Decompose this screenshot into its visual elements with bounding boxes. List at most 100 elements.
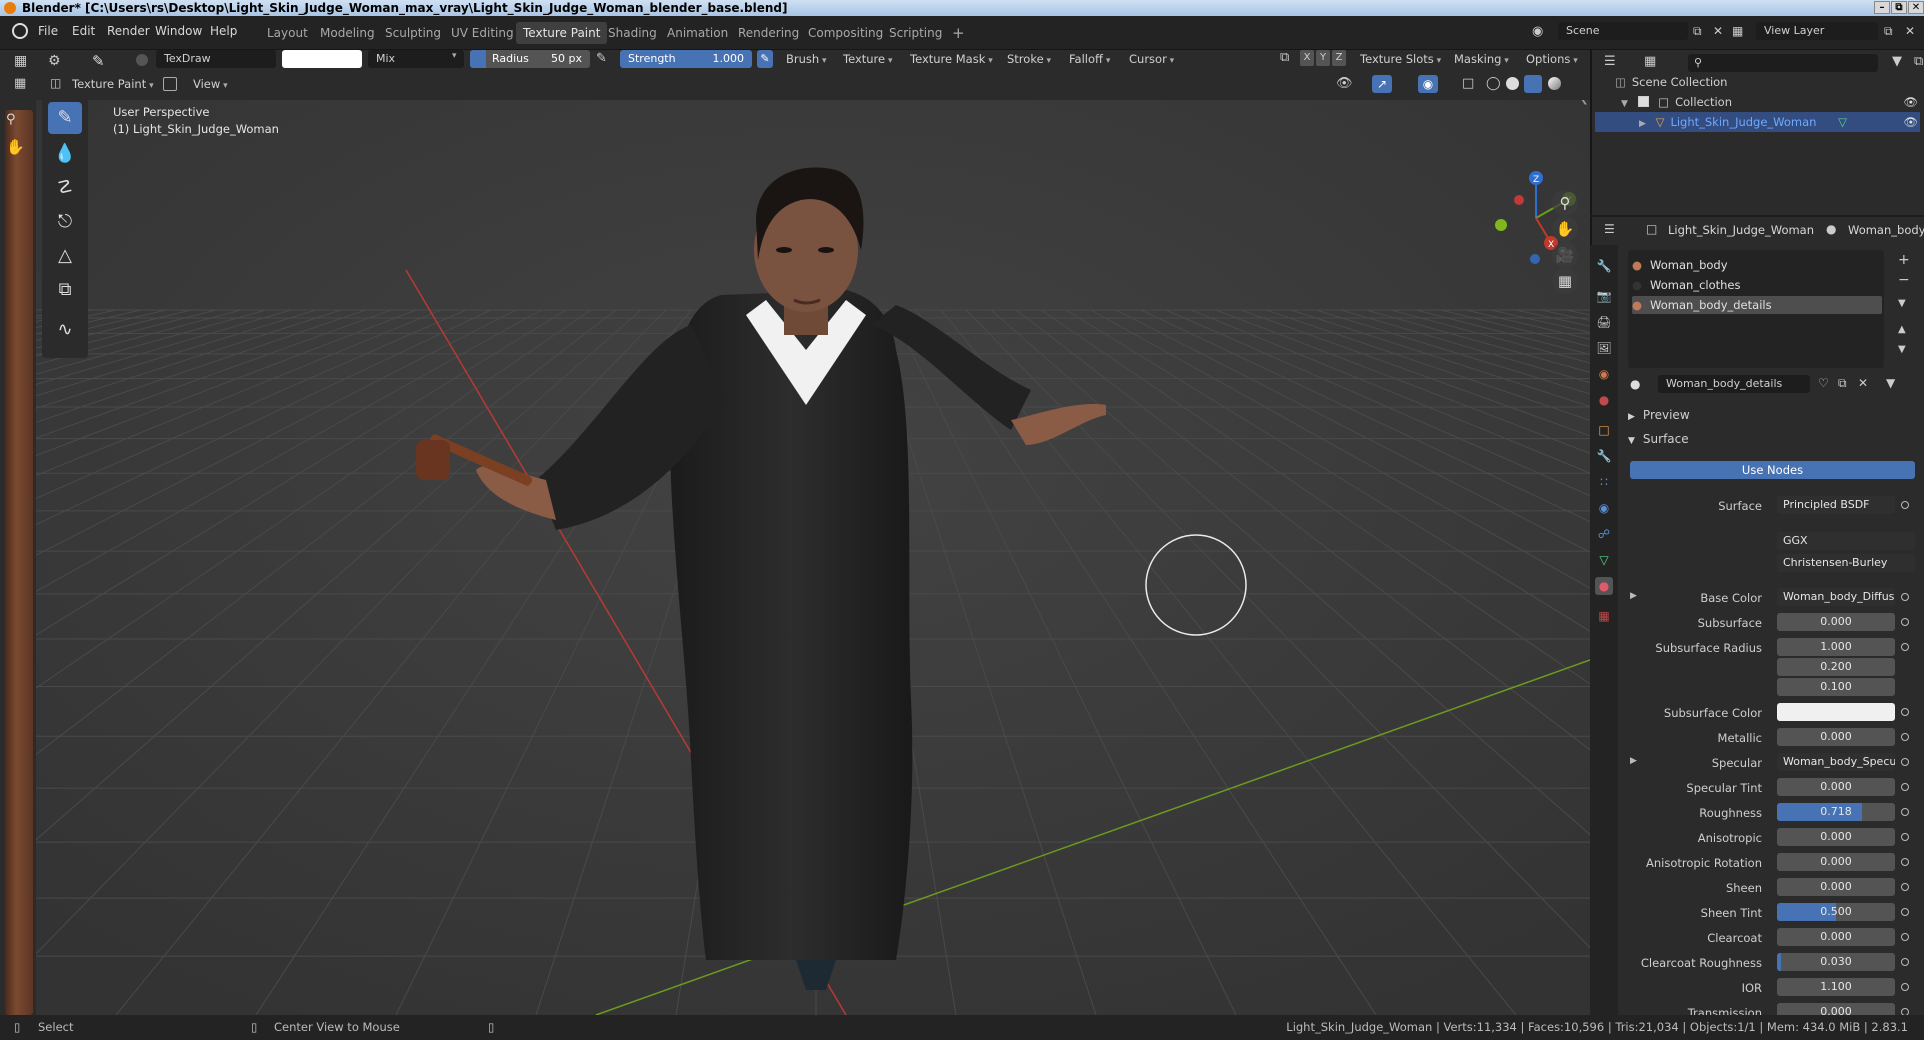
physics-tab-icon[interactable]: ◉ xyxy=(1595,499,1613,517)
minimize-button[interactable]: – xyxy=(1874,1,1890,14)
blend-mode-dropdown[interactable]: Mix xyxy=(368,50,464,68)
prop-value-slider[interactable]: 0.000 xyxy=(1777,928,1895,946)
socket-icon[interactable] xyxy=(1901,933,1909,941)
subsurface-method-dropdown[interactable]: Christensen-Burley xyxy=(1777,554,1915,572)
new-scene-icon[interactable]: ⧉ xyxy=(1693,24,1702,39)
wireframe-shading-icon[interactable]: ◯ xyxy=(1486,76,1501,91)
context-object-name[interactable]: Light_Skin_Judge_Woman xyxy=(1668,223,1814,237)
outliner-search-input[interactable]: ⚲ xyxy=(1688,54,1878,72)
zoom-icon[interactable]: ⚲ xyxy=(1552,190,1578,216)
visibility-icon[interactable]: 👁 xyxy=(1336,76,1353,91)
tab-scripting[interactable]: Scripting xyxy=(882,22,949,44)
tab-sculpting[interactable]: Sculpting xyxy=(378,22,448,44)
tool-tab-icon[interactable]: 🔧 xyxy=(1595,257,1613,275)
material-tab-icon[interactable]: ● xyxy=(1595,577,1613,595)
tab-uv-editing[interactable]: UV Editing xyxy=(444,22,521,44)
menu-edit[interactable]: Edit xyxy=(72,24,95,38)
expand-link-icon[interactable]: ▶ xyxy=(1630,756,1637,766)
cursor-menu[interactable]: Cursor xyxy=(1129,49,1174,69)
tab-rendering[interactable]: Rendering xyxy=(731,22,806,44)
camera-view-icon[interactable]: 🎥 xyxy=(1552,242,1578,268)
prop-value-slider[interactable]: 0.030 xyxy=(1777,953,1895,971)
paint-mask-toggle[interactable] xyxy=(163,77,177,91)
socket-icon[interactable] xyxy=(1901,593,1909,601)
texture-menu[interactable]: Texture xyxy=(843,49,893,69)
socket-icon[interactable] xyxy=(1901,808,1909,816)
texture-slots-menu[interactable]: Texture Slots xyxy=(1360,49,1441,69)
falloff-menu[interactable]: Falloff xyxy=(1069,49,1110,69)
view-layer-selector[interactable]: View Layer xyxy=(1756,22,1878,40)
masking-menu[interactable]: Masking xyxy=(1454,49,1509,69)
socket-icon[interactable] xyxy=(1901,758,1909,766)
expand-object-icon[interactable]: ▶ xyxy=(1639,119,1646,129)
particles-tab-icon[interactable]: ∷ xyxy=(1595,473,1613,491)
tab-compositing[interactable]: Compositing xyxy=(801,22,890,44)
material-slot[interactable]: ● Woman_body xyxy=(1632,256,1882,274)
tab-animation[interactable]: Animation xyxy=(660,22,735,44)
prop-value-slider[interactable]: 1.100 xyxy=(1777,978,1895,996)
delete-view-layer-icon[interactable]: ✕ xyxy=(1905,24,1915,38)
prop-value-slider[interactable]: 0.500 xyxy=(1777,903,1895,921)
delete-scene-icon[interactable]: ✕ xyxy=(1713,24,1723,38)
brush-icon[interactable]: ✎ xyxy=(92,52,105,70)
scene-selector[interactable]: Scene xyxy=(1558,22,1688,40)
material-slot[interactable]: ● Woman_clothes xyxy=(1632,276,1882,294)
tool-settings-icon[interactable]: ⚙ xyxy=(48,53,61,69)
pan-hand-icon[interactable]: ✋ xyxy=(6,138,25,156)
modifier-tab-icon[interactable]: 🔧 xyxy=(1595,447,1613,465)
data-tab-icon[interactable]: ▽ xyxy=(1595,551,1613,569)
move-slot-up-icon[interactable]: ▲ xyxy=(1898,324,1906,335)
socket-icon[interactable] xyxy=(1901,908,1909,916)
xray-toggle-icon[interactable]: □ xyxy=(1462,76,1474,91)
stroke-menu[interactable]: Stroke xyxy=(1007,49,1051,69)
object-visibility-icon[interactable]: 👁 xyxy=(1903,112,1918,132)
fill-tool-icon[interactable]: △ xyxy=(48,240,82,272)
smear-tool-icon[interactable]: ☡ xyxy=(48,172,82,204)
texture-mask-menu[interactable]: Texture Mask xyxy=(910,49,993,69)
blender-menu-icon[interactable] xyxy=(12,23,28,39)
prop-value-slider[interactable]: 0.000 xyxy=(1777,853,1895,871)
constraints-tab-icon[interactable]: ☍ xyxy=(1595,525,1613,543)
rendered-shading-icon[interactable] xyxy=(1548,77,1561,90)
prop-value-slider[interactable]: 0.000 xyxy=(1777,828,1895,846)
output-tab-icon[interactable]: 🖨 xyxy=(1595,313,1613,331)
prop-value-slider[interactable]: 0.000 xyxy=(1777,878,1895,896)
menu-render[interactable]: Render xyxy=(107,24,150,38)
viewport-scene[interactable]: Z Y X xyxy=(36,100,1590,1015)
unlink-material-icon[interactable]: ✕ xyxy=(1858,376,1868,390)
scene-tab-icon[interactable]: ◉ xyxy=(1595,365,1613,383)
3d-viewport[interactable]: Z Y X User Perspective (1) Light_Skin_Ju… xyxy=(36,100,1590,1015)
move-slot-down-icon[interactable]: ▼ xyxy=(1898,344,1906,355)
editor-type-icon[interactable]: ▦ xyxy=(14,53,27,69)
subsurface-color-swatch[interactable] xyxy=(1777,703,1895,721)
add-workspace-button[interactable]: + xyxy=(945,22,972,44)
context-material-name[interactable]: Woman_body_ xyxy=(1848,223,1924,237)
tab-texture-paint[interactable]: Texture Paint xyxy=(516,22,608,44)
preview-panel-header[interactable]: ▶ Preview xyxy=(1628,408,1690,422)
overlays-toggle-icon[interactable]: ◉ xyxy=(1418,75,1438,93)
ortho-toggle-icon[interactable]: ▦ xyxy=(1552,268,1578,294)
surface-shader-dropdown[interactable]: Principled BSDF xyxy=(1777,496,1895,514)
maximize-button[interactable]: ⧉ xyxy=(1891,1,1907,14)
properties-editor-icon[interactable]: ☰ xyxy=(1604,222,1615,236)
brush-fake-user-icon[interactable] xyxy=(136,54,148,66)
texture-tab-icon[interactable]: ▦ xyxy=(1595,607,1613,625)
brush-name-field[interactable]: TexDraw xyxy=(156,50,276,68)
zoom-region-icon[interactable]: ⚲ xyxy=(6,112,16,127)
outliner-object-row[interactable]: ▶ ▽ Light_Skin_Judge_Woman ▽ 👁 xyxy=(1595,112,1920,132)
material-slot-active[interactable]: ● Woman_body_details xyxy=(1632,296,1882,314)
render-tab-icon[interactable]: 📷 xyxy=(1595,287,1613,305)
view-layer-tab-icon[interactable]: 🖼 xyxy=(1595,339,1613,357)
socket-icon[interactable] xyxy=(1901,983,1909,991)
annotate-tool-icon[interactable]: ∿ xyxy=(48,314,82,346)
mirror-x-toggle[interactable]: X xyxy=(1300,50,1314,66)
strength-pressure-icon[interactable]: ✎ xyxy=(757,50,773,68)
prop-value-slider[interactable]: 1.000 xyxy=(1777,638,1895,656)
remove-slot-button[interactable]: − xyxy=(1898,272,1910,288)
linked-texture-field[interactable]: Woman_body_Specu... xyxy=(1777,753,1895,771)
mirror-z-toggle[interactable]: Z xyxy=(1332,50,1346,66)
socket-icon[interactable] xyxy=(1901,958,1909,966)
scene-icon[interactable]: ◉ xyxy=(1532,24,1550,40)
close-button[interactable]: ✕ xyxy=(1908,1,1924,14)
object-tab-icon[interactable]: □ xyxy=(1595,421,1613,439)
